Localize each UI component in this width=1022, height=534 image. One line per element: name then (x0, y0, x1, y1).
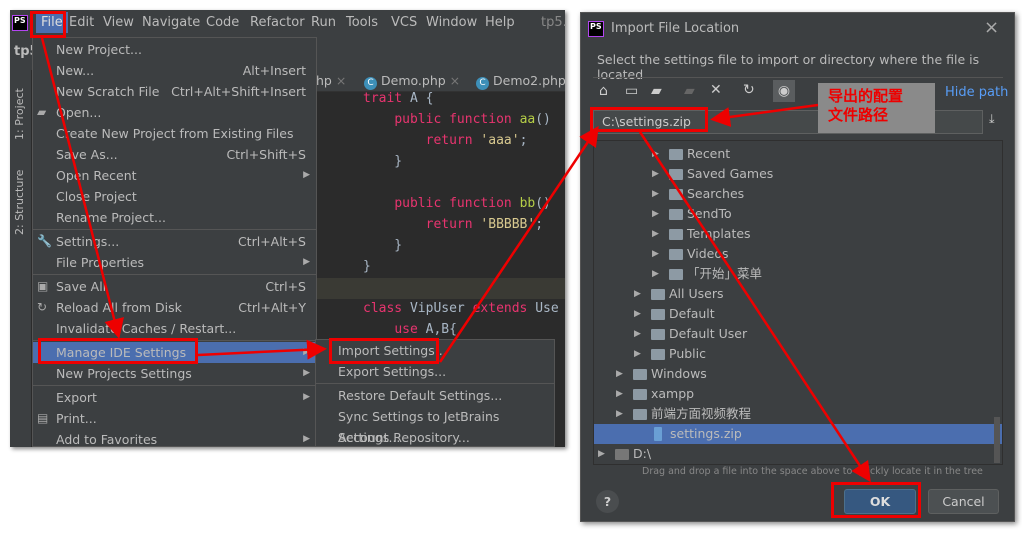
annotation-arrows (40, 37, 871, 483)
arrow-manage-to-import (197, 339, 327, 360)
arrow-note-to-path (710, 103, 819, 127)
arrow-file-to-manage (40, 37, 124, 339)
arrow-import-to-dialog (438, 125, 599, 363)
arrow-path-to-ok (638, 131, 871, 483)
